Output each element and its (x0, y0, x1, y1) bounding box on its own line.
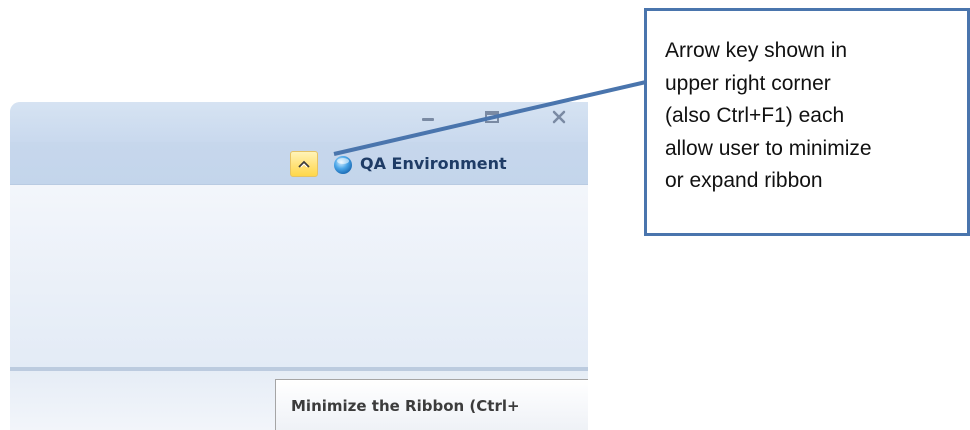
minimize-icon (422, 118, 434, 121)
tooltip-text: Minimize the Ribbon (Ctrl+ (291, 397, 520, 415)
globe-icon (334, 156, 352, 174)
maximize-icon (485, 111, 499, 123)
minimize-button[interactable] (416, 108, 440, 126)
ribbon-body (10, 185, 588, 367)
maximize-button[interactable] (480, 108, 504, 126)
screenshot-stage: QA Environment Minimize the Ribbon (Ctrl… (0, 0, 970, 430)
environment-label: QA Environment (360, 154, 507, 173)
chevron-up-icon (298, 160, 310, 168)
callout-box: Arrow key shown in upper right corner (a… (644, 8, 970, 236)
title-bar (10, 102, 588, 142)
minimize-ribbon-button[interactable] (290, 151, 318, 177)
ribbon-header: QA Environment (10, 142, 588, 185)
ribbon-tooltip: Minimize the Ribbon (Ctrl+ (275, 379, 588, 430)
app-window: QA Environment Minimize the Ribbon (Ctrl… (10, 102, 588, 430)
close-button[interactable] (547, 108, 571, 126)
callout-text: Arrow key shown in upper right corner (a… (665, 39, 872, 192)
close-icon (552, 110, 566, 124)
